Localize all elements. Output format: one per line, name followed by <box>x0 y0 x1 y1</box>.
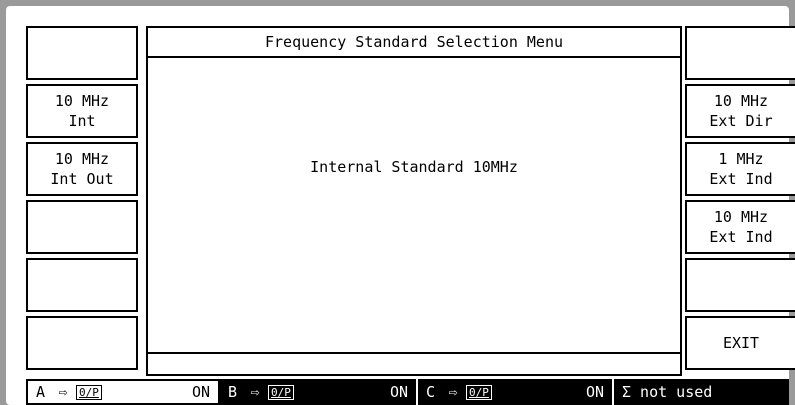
arrow-icon: ⇨ <box>250 383 260 401</box>
channel-c-state: ON <box>585 383 604 401</box>
left-softkey-6[interactable] <box>26 316 138 370</box>
right-softkey-10mhz-ext-ind[interactable]: 10 MHz Ext Ind <box>685 200 795 254</box>
menu-title: Frequency Standard Selection Menu <box>148 28 680 58</box>
channel-b-state: ON <box>389 383 408 401</box>
arrow-icon: ⇨ <box>448 383 458 401</box>
display-area: Frequency Standard Selection Menu Intern… <box>146 26 682 376</box>
output-label: 0/P <box>76 384 102 400</box>
status-message: Internal Standard 10MHz <box>310 158 518 176</box>
right-softkey-10mhz-ext-dir[interactable]: 10 MHz Ext Dir <box>685 84 795 138</box>
instrument-screen: 10 MHz Int 10 MHz Int Out Frequency Stan… <box>6 6 795 405</box>
channel-a-status: A ⇨ 0/P ON <box>26 379 220 405</box>
exit-button[interactable]: EXIT <box>685 316 795 370</box>
display-divider <box>148 352 680 354</box>
channel-b-label: B <box>228 383 238 401</box>
status-bar: A ⇨ 0/P ON B ⇨ 0/P ON C ⇨ 0/P ON Σ not u… <box>26 379 789 405</box>
right-softkey-5[interactable] <box>685 258 795 312</box>
left-softkey-5[interactable] <box>26 258 138 312</box>
output-label: 0/P <box>466 384 492 400</box>
arrow-icon: ⇨ <box>58 383 68 401</box>
channel-a-state: ON <box>191 383 210 401</box>
left-softkey-10mhz-int[interactable]: 10 MHz Int <box>26 84 138 138</box>
channel-c-label: C <box>426 383 436 401</box>
left-softkey-4[interactable] <box>26 200 138 254</box>
left-softkey-1[interactable] <box>26 26 138 80</box>
channel-c-status: C ⇨ 0/P ON <box>416 379 612 405</box>
sigma-status: Σ not used <box>612 379 789 405</box>
channel-a-label: A <box>36 383 46 401</box>
right-softkey-1mhz-ext-ind[interactable]: 1 MHz Ext Ind <box>685 142 795 196</box>
sigma-status-text: Σ not used <box>622 383 713 401</box>
right-softkey-1[interactable] <box>685 26 795 80</box>
left-softkey-10mhz-int-out[interactable]: 10 MHz Int Out <box>26 142 138 196</box>
output-label: 0/P <box>268 384 294 400</box>
channel-b-status: B ⇨ 0/P ON <box>220 379 416 405</box>
